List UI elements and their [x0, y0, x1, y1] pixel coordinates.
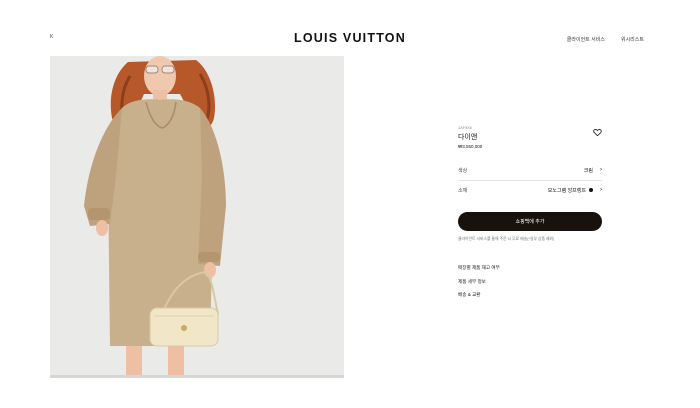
link-shipping-returns[interactable]: 배송 & 교환 — [458, 292, 500, 306]
image-scrollbar[interactable] — [50, 375, 344, 378]
material-value-text: 모노그램 앙프렝뜨 — [547, 187, 586, 194]
header: Κ LOUIS VUITTON 클라이언트 서비스 위시리스트 — [0, 0, 700, 56]
color-value-text: 크림 — [583, 167, 593, 174]
material-value: 모노그램 앙프렝뜨 › — [548, 187, 602, 194]
divider — [458, 180, 602, 181]
model-photo — [50, 56, 344, 378]
product-panel: 1AF9X8 다이앤 ₩3,550,000 색상 크림 › 소재 모노그램 앙프… — [458, 126, 602, 297]
info-links: 매장별 제품 재고 여부 제품 세부 정보 배송 & 교환 — [458, 265, 500, 306]
product-sku: 1AF9X8 — [458, 126, 472, 130]
header-nav: 클라이언트 서비스 위시리스트 — [567, 36, 644, 43]
heart-icon[interactable] — [593, 128, 602, 137]
link-product-details[interactable]: 제품 세부 정보 — [458, 279, 500, 293]
product-image[interactable] — [50, 56, 344, 378]
material-swatch — [589, 188, 593, 192]
shipping-notice: 클라이언트 서비스를 통해 주문 시 무료 배송(*일부 상품 제외) — [458, 237, 555, 241]
product-name: 다이앤 — [458, 134, 478, 141]
chevron-right-icon: › — [600, 187, 602, 193]
product-price: ₩3,550,000 — [458, 144, 483, 149]
material-label: 소재 — [458, 187, 468, 194]
color-value: 크림 › — [584, 167, 602, 174]
add-to-cart-button[interactable]: 쇼핑백에 추가 — [458, 212, 602, 231]
chevron-right-icon: › — [600, 167, 602, 173]
color-label: 색상 — [458, 167, 468, 174]
link-store-availability[interactable]: 매장별 제품 재고 여부 — [458, 265, 500, 279]
color-option[interactable]: 색상 크림 › — [458, 164, 602, 176]
nav-client-services[interactable]: 클라이언트 서비스 — [567, 36, 605, 43]
material-option[interactable]: 소재 모노그램 앙프렝뜨 › — [458, 184, 602, 196]
nav-wishlist[interactable]: 위시리스트 — [621, 36, 644, 43]
